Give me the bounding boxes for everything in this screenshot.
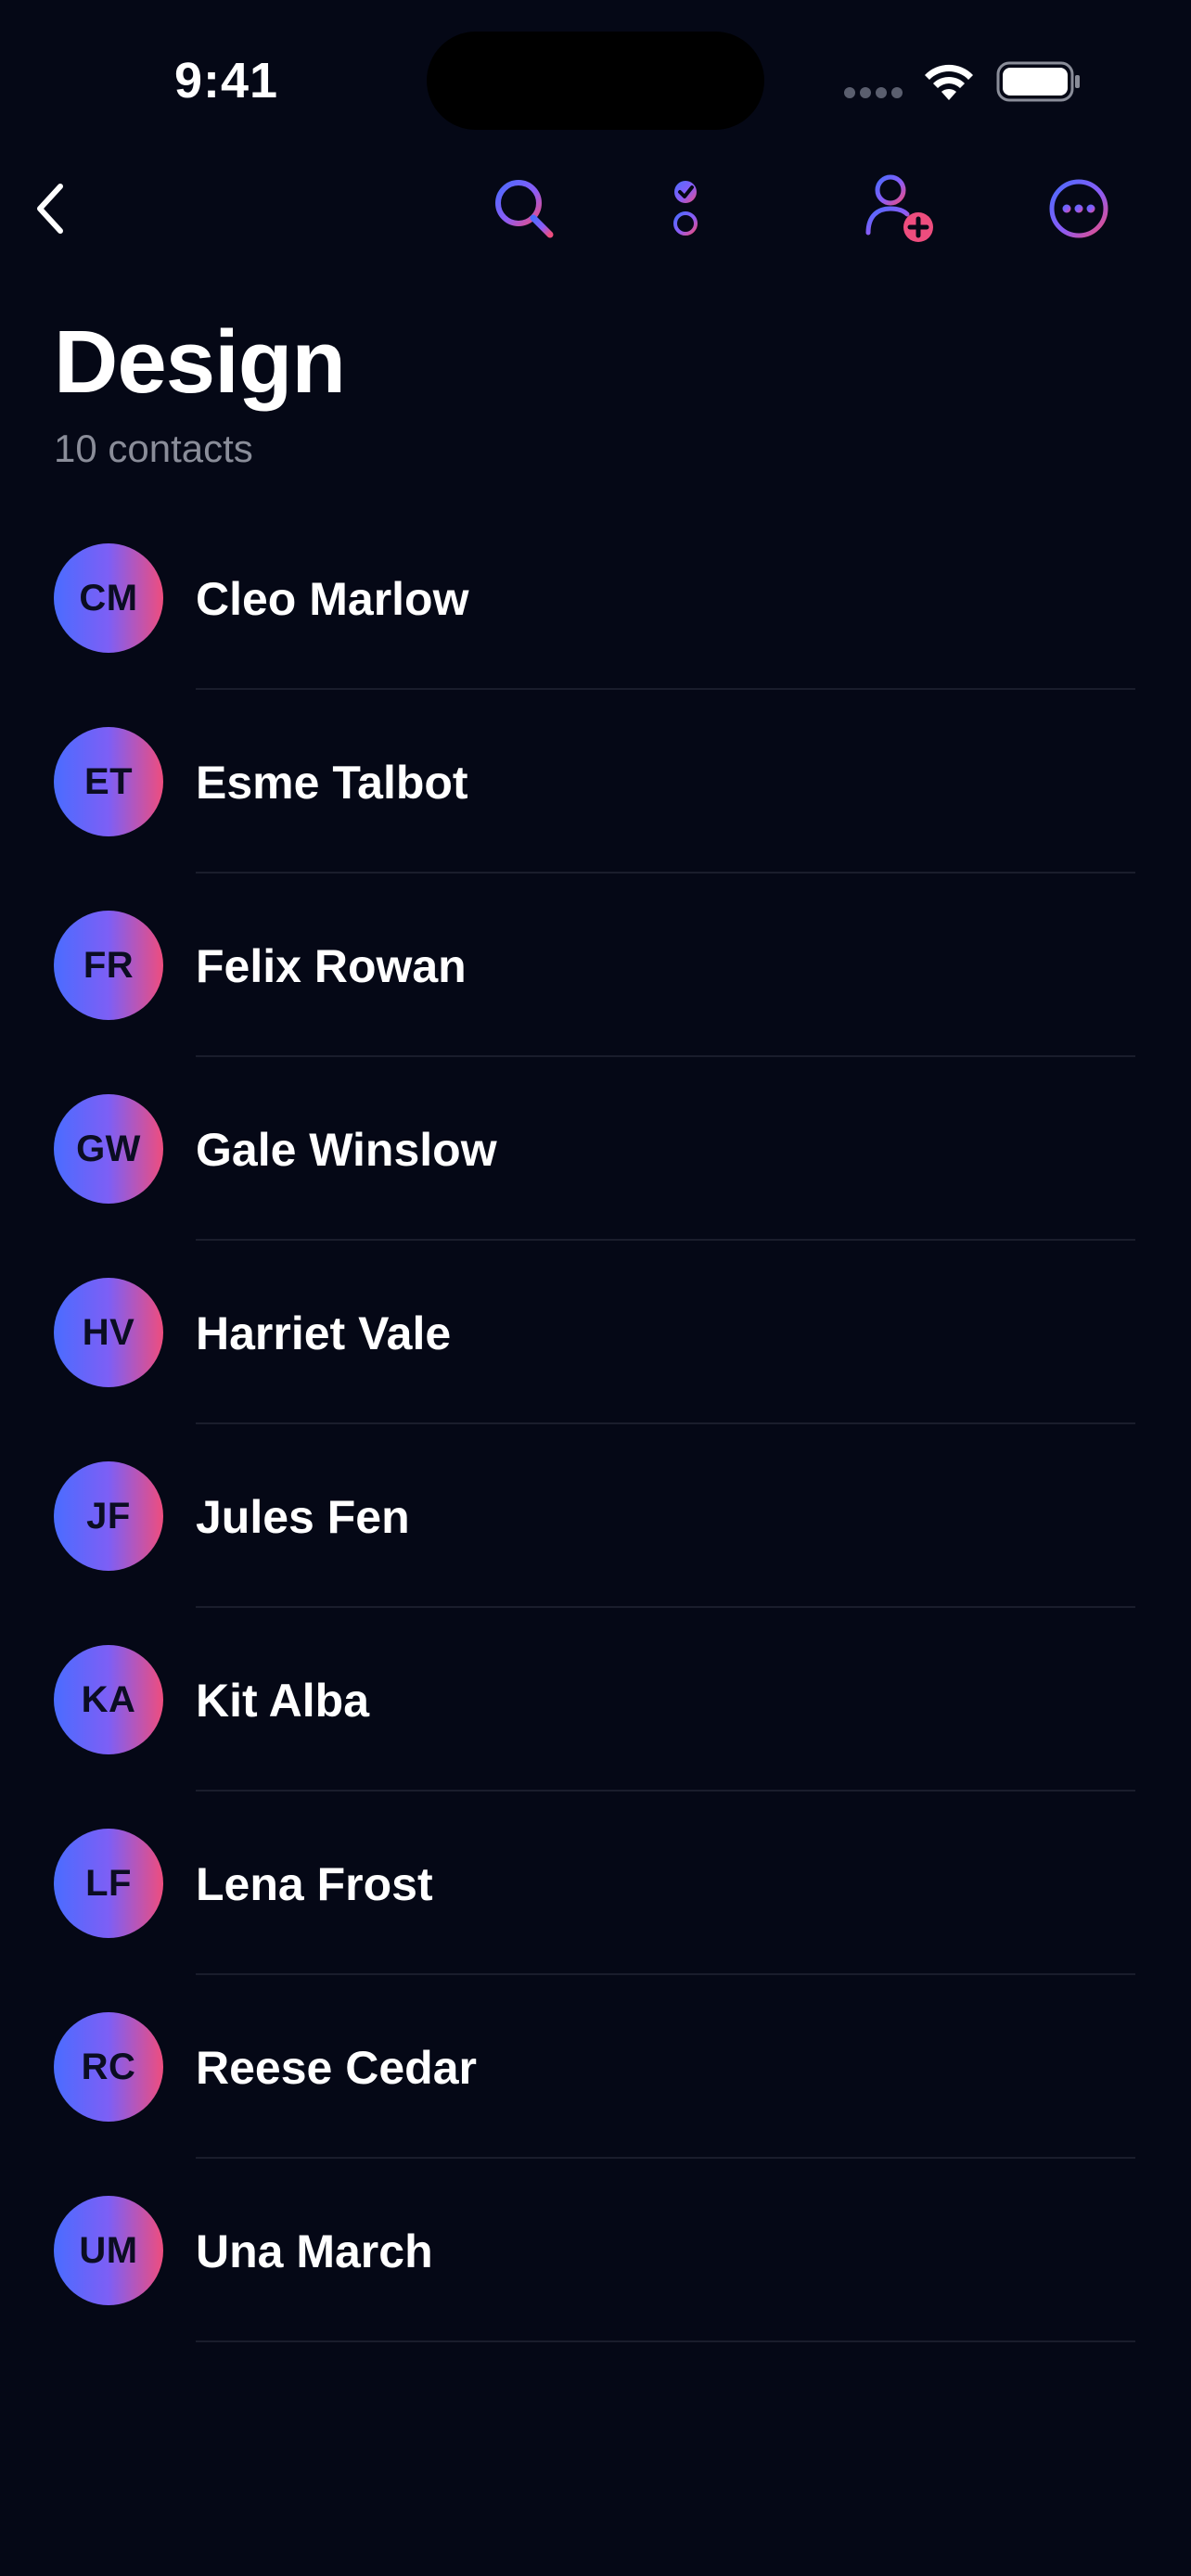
contact-row[interactable]: GW Gale Winslow: [0, 1057, 1191, 1241]
avatar: HV: [54, 1278, 163, 1387]
cellular-signal-icon: [844, 87, 903, 100]
avatar: JF: [54, 1461, 163, 1571]
contact-row[interactable]: FR Felix Rowan: [0, 874, 1191, 1057]
status-bar: 9:41: [0, 0, 1191, 158]
dynamic-island: [427, 32, 764, 130]
wifi-icon: [925, 64, 973, 100]
avatar-initials: GW: [76, 1128, 141, 1169]
avatar-initials: KA: [81, 1678, 136, 1720]
contact-name: Cleo Marlow: [196, 573, 469, 625]
page-title: Design: [54, 312, 346, 412]
avatar: FR: [54, 911, 163, 1020]
avatar-initials: UM: [79, 2229, 138, 2271]
avatar-initials: RC: [81, 2046, 136, 2087]
contact-name: Gale Winslow: [196, 1124, 497, 1176]
avatar-initials: JF: [86, 1495, 131, 1537]
avatar-initials: LF: [85, 1862, 132, 1904]
contact-list: CM Cleo Marlow ET Esme Talbot FR Felix R…: [0, 506, 1191, 2342]
avatar: ET: [54, 727, 163, 836]
contact-name: Esme Talbot: [196, 757, 468, 809]
contact-row[interactable]: JF Jules Fen: [0, 1424, 1191, 1608]
contact-row[interactable]: HV Harriet Vale: [0, 1241, 1191, 1424]
back-button[interactable]: [19, 158, 83, 260]
more-icon: [1049, 179, 1108, 238]
contact-count: 10 contacts: [54, 427, 253, 470]
contact-row[interactable]: CM Cleo Marlow: [0, 506, 1191, 690]
contact-name: Una March: [196, 2225, 433, 2277]
contact-row[interactable]: UM Una March: [0, 2159, 1191, 2342]
chevron-left-icon: [37, 184, 63, 234]
avatar-initials: ET: [83, 760, 134, 802]
contact-row[interactable]: ET Esme Talbot: [0, 690, 1191, 874]
contact-name: Kit Alba: [196, 1675, 370, 1727]
contact-row[interactable]: KA Kit Alba: [0, 1608, 1191, 1792]
contact-row[interactable]: LF Lena Frost: [0, 1792, 1191, 1975]
avatar-initials: FR: [83, 944, 134, 986]
avatar: GW: [54, 1094, 163, 1204]
avatar: UM: [54, 2196, 163, 2305]
navigation-bar: [0, 158, 1191, 260]
add-person-icon: [865, 174, 933, 242]
status-time: 9:41: [174, 53, 279, 108]
add-contact-button[interactable]: [858, 158, 941, 260]
contact-name: Felix Rowan: [196, 940, 467, 992]
contact-name: Reese Cedar: [196, 2042, 477, 2094]
divider: [196, 2340, 1135, 2342]
more-options-button[interactable]: [1037, 158, 1121, 260]
search-icon: [495, 180, 554, 238]
avatar-initials: HV: [82, 1311, 135, 1353]
battery-icon: [996, 61, 1080, 102]
avatar-initials: CM: [79, 577, 138, 618]
search-button[interactable]: [482, 158, 566, 260]
contact-name: Harriet Vale: [196, 1307, 452, 1359]
contact-name: Jules Fen: [196, 1491, 410, 1543]
select-contacts-button[interactable]: [668, 158, 751, 260]
avatar: CM: [54, 543, 163, 653]
select-list-icon: [673, 181, 744, 236]
avatar: RC: [54, 2012, 163, 2122]
avatar: LF: [54, 1829, 163, 1938]
avatar: KA: [54, 1645, 163, 1754]
contact-row[interactable]: RC Reese Cedar: [0, 1975, 1191, 2159]
contact-name: Lena Frost: [196, 1858, 433, 1910]
